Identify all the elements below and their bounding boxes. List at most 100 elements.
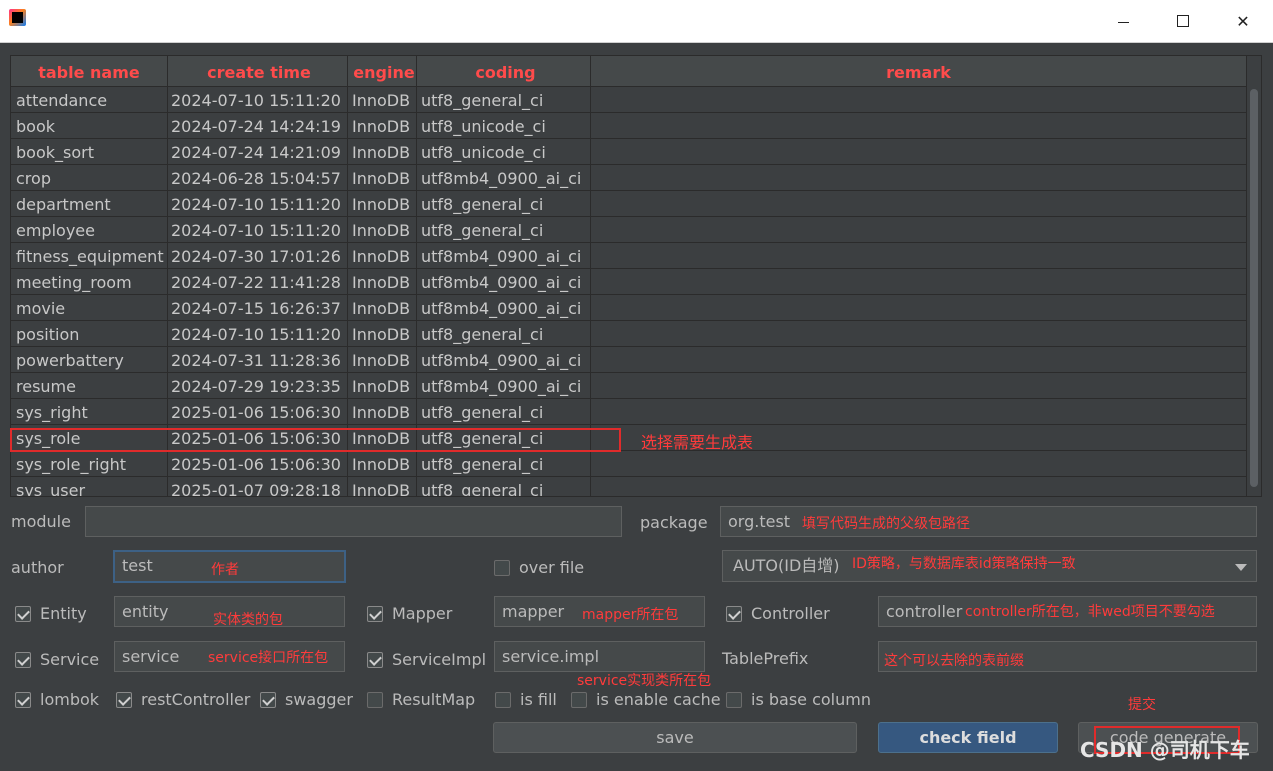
table-row[interactable]: book_sort 2024-07-24 14:21:09 InnoDB utf8_u… — [11, 139, 1247, 165]
cell-create-time: 2024-07-24 14:24:19 — [168, 113, 348, 138]
scrollbar-thumb[interactable] — [1250, 89, 1258, 487]
cell-create-time: 2024-07-29 19:23:35 — [168, 373, 348, 398]
cell-coding: utf8mb4_0900_ai_ci — [417, 165, 591, 190]
cell-table-name: meeting_room — [11, 269, 168, 294]
annotation-author: 作者 — [211, 562, 239, 578]
cell-engine: InnoDB — [348, 399, 417, 424]
annotation-serviceimpl: service实现类所在包 — [577, 673, 712, 689]
close-button[interactable]: ✕ — [1213, 0, 1273, 42]
controller-label: Controller — [751, 604, 830, 623]
cell-create-time: 2024-07-22 11:41:28 — [168, 269, 348, 294]
restcontroller-checkbox[interactable]: restController — [116, 690, 250, 709]
base-column-checkbox[interactable]: is base column — [726, 690, 871, 709]
entity-label: Entity — [40, 604, 87, 623]
cell-table-name: book_sort — [11, 139, 168, 164]
resultmap-label: ResultMap — [392, 690, 476, 709]
cell-engine: InnoDB — [348, 217, 417, 242]
header-table-name[interactable]: table name — [11, 56, 168, 86]
serviceimpl-input[interactable]: service.impl — [494, 641, 705, 672]
table-row[interactable]: attendance 2024-07-10 15:11:20 InnoDB utf8_… — [11, 87, 1247, 113]
cell-table-name: crop — [11, 165, 168, 190]
header-remark[interactable]: remark — [591, 56, 1247, 86]
cell-coding: utf8_general_ci — [417, 399, 591, 424]
table-row[interactable]: position 2024-07-10 15:11:20 InnoDB utf8_ge… — [11, 321, 1247, 347]
table-row[interactable]: powerbattery 2024-07-31 11:28:36 InnoDB utf… — [11, 347, 1247, 373]
header-coding[interactable]: coding — [417, 56, 591, 86]
table-row[interactable]: resume 2024-07-29 19:23:35 InnoDB utf8mb4_0… — [11, 373, 1247, 399]
is-fill-checkbox[interactable]: is fill — [495, 690, 557, 709]
cell-remark — [591, 269, 1247, 294]
table-row[interactable]: sys_role_right 2025-01-06 15:06:30 InnoDB u… — [11, 451, 1247, 477]
cell-engine: InnoDB — [348, 451, 417, 476]
cell-coding: utf8mb4_0900_ai_ci — [417, 347, 591, 372]
module-input[interactable] — [85, 506, 622, 537]
controller-value: controller — [886, 602, 963, 621]
maximize-icon — [1177, 15, 1189, 27]
cell-engine: InnoDB — [348, 165, 417, 190]
lombok-checkbox[interactable]: lombok — [15, 690, 99, 709]
service-checkbox[interactable]: Service — [15, 650, 99, 669]
cell-table-name: sys_user — [11, 477, 168, 496]
cell-table-name: position — [11, 321, 168, 346]
controller-checkbox[interactable]: Controller — [726, 604, 830, 623]
resultmap-check-box — [367, 691, 383, 708]
cell-engine: InnoDB — [348, 347, 417, 372]
lombok-label: lombok — [40, 690, 100, 709]
over-file-label: over file — [519, 558, 585, 577]
cell-coding: utf8_unicode_ci — [417, 113, 591, 138]
annotation-entity: 实体类的包 — [213, 612, 283, 628]
module-label: module — [11, 512, 71, 531]
header-create-time[interactable]: create time — [168, 56, 348, 86]
mapper-label: Mapper — [392, 604, 453, 623]
check-field-button[interactable]: check field — [878, 722, 1058, 753]
annotation-submit: 提交 — [1128, 697, 1156, 713]
table-row[interactable]: meeting_room 2024-07-22 11:41:28 InnoDB utf… — [11, 269, 1247, 295]
table-row[interactable]: fitness_equipment 2024-07-30 17:01:26 Inno… — [11, 243, 1247, 269]
resultmap-checkbox[interactable]: ResultMap — [367, 690, 475, 709]
header-engine[interactable]: engine — [348, 56, 417, 86]
restcontroller-label: restController — [141, 690, 251, 709]
table-row[interactable]: employee 2024-07-10 15:11:20 InnoDB utf8_ge… — [11, 217, 1247, 243]
over-file-checkbox[interactable]: over file — [494, 558, 584, 577]
cell-table-name: powerbattery — [11, 347, 168, 372]
serviceimpl-check-box — [367, 651, 383, 668]
cell-table-name: attendance — [11, 87, 168, 112]
annotation-select-table: 选择需要生成表 — [641, 433, 754, 452]
cell-engine: InnoDB — [348, 139, 417, 164]
over-file-box — [494, 559, 510, 576]
entity-checkbox[interactable]: Entity — [15, 604, 87, 623]
table-row[interactable]: sys_right 2025-01-06 15:06:30 InnoDB utf8_g… — [11, 399, 1247, 425]
vertical-scrollbar[interactable] — [1246, 56, 1261, 496]
swagger-checkbox[interactable]: swagger — [260, 690, 353, 709]
table-row[interactable]: book 2024-07-24 14:24:19 InnoDB utf8_unicod… — [11, 113, 1247, 139]
cell-engine: InnoDB — [348, 295, 417, 320]
cell-create-time: 2025-01-07 09:28:18 — [168, 477, 348, 496]
table-row[interactable]: sys_user 2025-01-07 09:28:18 InnoDB utf8_ge… — [11, 477, 1247, 496]
cell-remark — [591, 347, 1247, 372]
mapper-check-box — [367, 605, 383, 622]
serviceimpl-checkbox[interactable]: ServiceImpl — [367, 650, 486, 669]
cell-remark — [591, 399, 1247, 424]
package-value: org.test — [728, 512, 791, 531]
cell-remark — [591, 165, 1247, 190]
cell-remark — [591, 217, 1247, 242]
cell-engine: InnoDB — [348, 269, 417, 294]
annotation-tableprefix: 这个可以去除的表前缀 — [884, 653, 1024, 669]
mapper-checkbox[interactable]: Mapper — [367, 604, 452, 623]
lombok-check-box — [15, 691, 31, 708]
cell-create-time: 2024-07-24 14:21:09 — [168, 139, 348, 164]
cell-table-name: employee — [11, 217, 168, 242]
cell-table-name: sys_role_right — [11, 451, 168, 476]
table-row[interactable]: crop 2024-06-28 15:04:57 InnoDB utf8mb4_090… — [11, 165, 1247, 191]
base-column-label: is base column — [751, 690, 871, 709]
cell-engine: InnoDB — [348, 477, 417, 496]
table-row[interactable]: movie 2024-07-15 16:26:37 InnoDB utf8mb4_09… — [11, 295, 1247, 321]
serviceimpl-label: ServiceImpl — [392, 650, 487, 669]
maximize-button[interactable] — [1153, 0, 1213, 42]
cell-coding: utf8mb4_0900_ai_ci — [417, 373, 591, 398]
minimize-button[interactable] — [1093, 0, 1153, 42]
enable-cache-checkbox[interactable]: is enable cache — [571, 690, 721, 709]
package-input[interactable]: org.test — [720, 506, 1257, 537]
table-row[interactable]: department 2024-07-10 15:11:20 InnoDB utf8_… — [11, 191, 1247, 217]
save-button[interactable]: save — [493, 722, 857, 753]
